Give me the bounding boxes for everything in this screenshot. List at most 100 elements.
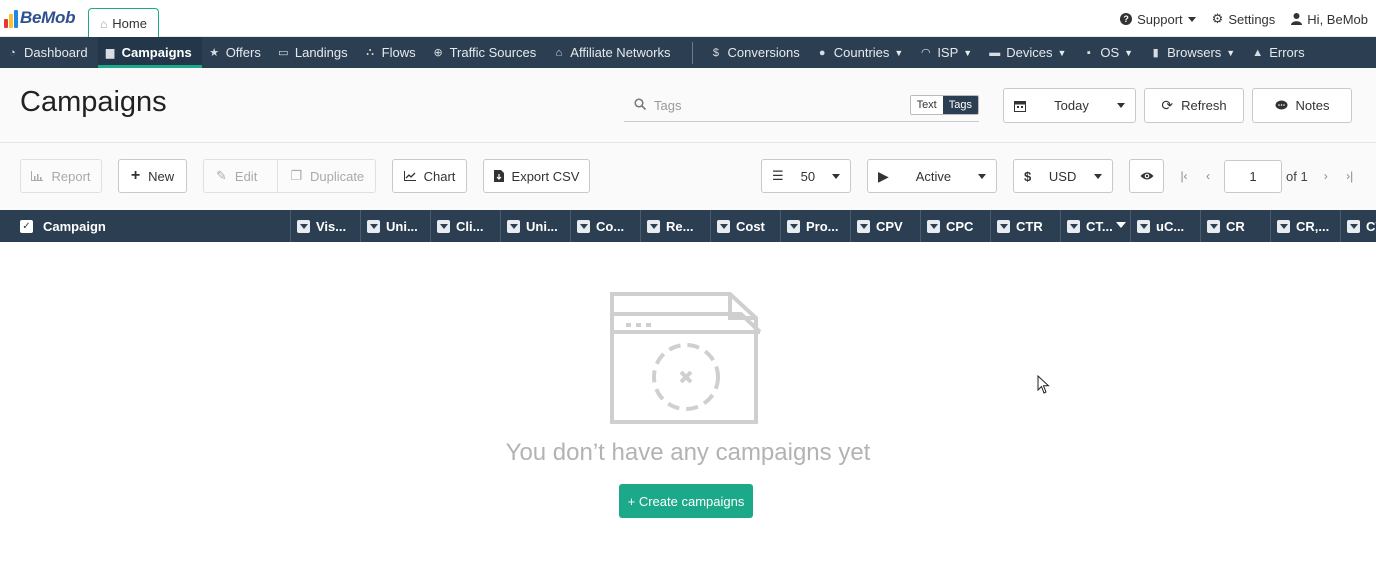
nav-affiliate-networks[interactable]: ⌂ Affiliate Networks — [546, 37, 680, 68]
column-visibility-button[interactable] — [1129, 159, 1164, 193]
column-header[interactable]: CPC — [921, 210, 991, 242]
filter-icon[interactable] — [297, 219, 310, 233]
per-page-select[interactable]: ☰ 50 — [761, 159, 851, 193]
column-header[interactable]: Pro... — [781, 210, 851, 242]
column-header[interactable]: Re... — [641, 210, 711, 242]
status-value: Active — [915, 168, 952, 184]
android-icon: ▪ — [1086, 46, 1091, 59]
chevron-down-icon: ▼ — [1124, 47, 1134, 58]
column-header-label: Pro... — [806, 218, 839, 234]
column-header[interactable]: Cli... — [431, 210, 501, 242]
column-header-label: Uni... — [386, 218, 418, 234]
chevron-down-icon: ▼ — [894, 47, 904, 58]
filter-icon[interactable] — [1277, 219, 1290, 233]
column-header[interactable]: Vis... — [291, 210, 361, 242]
nav-dashboard[interactable]: ◔ Dashboard — [0, 37, 98, 68]
new-campaign-button[interactable]: + New — [118, 159, 187, 193]
column-header-label: CPC — [946, 218, 974, 234]
column-header[interactable]: Uni... — [361, 210, 431, 242]
column-header[interactable]: CR — [1201, 210, 1271, 242]
tags-search-input[interactable] — [654, 92, 914, 118]
home-tab[interactable]: ⌂ Home — [88, 8, 159, 38]
refresh-button[interactable]: ⟳ Refresh — [1144, 88, 1244, 123]
last-page-icon[interactable]: ›| — [1338, 169, 1362, 183]
nav-conversions[interactable]: $ Conversions — [703, 37, 809, 68]
briefcase-icon: ▆ — [105, 47, 115, 59]
duplicate-label: Duplicate — [309, 168, 365, 184]
tags-search: Text Tags — [624, 90, 979, 122]
report-button[interactable]: Report — [20, 159, 102, 193]
filter-icon[interactable] — [1347, 219, 1360, 233]
chart-icon — [31, 171, 44, 181]
notes-button[interactable]: Notes — [1252, 88, 1352, 123]
filter-icon[interactable] — [717, 219, 730, 233]
nav-os-label: OS — [1100, 45, 1120, 60]
filter-icon[interactable] — [1067, 219, 1080, 233]
column-header[interactable]: Cost — [711, 210, 781, 242]
filter-icon[interactable] — [577, 219, 590, 233]
column-header[interactable]: Uni... — [501, 210, 571, 242]
page-input[interactable] — [1224, 159, 1282, 193]
filter-icon[interactable] — [507, 219, 520, 233]
nav-countries[interactable]: ● Countries ▼ — [810, 37, 914, 68]
column-header[interactable]: CPV — [851, 210, 921, 242]
nav-landings[interactable]: ▭ Landings — [271, 37, 358, 68]
search-mode-toggle: Text Tags — [909, 95, 979, 115]
filter-icon[interactable] — [437, 219, 450, 233]
select-all-checkbox[interactable]: ✓ — [20, 219, 33, 233]
settings-link[interactable]: ⚙ Settings — [1212, 11, 1276, 27]
top-bar: BeMob ⌂ Home ? Support ⚙ Settings Hi, Be… — [0, 0, 1376, 38]
column-header[interactable]: CTR — [991, 210, 1061, 242]
nav-devices-label: Devices — [1006, 45, 1053, 60]
column-header-sorted[interactable]: CT... — [1061, 210, 1131, 242]
search-mode-text[interactable]: Text — [910, 96, 943, 114]
export-csv-button[interactable]: Export CSV — [483, 159, 590, 193]
edit-button[interactable]: ✎ Edit — [204, 160, 269, 192]
search-mode-tags[interactable]: Tags — [942, 96, 978, 114]
currency-symbol: $ — [1024, 168, 1032, 184]
filter-icon[interactable] — [1137, 219, 1150, 233]
status-filter-select[interactable]: ▶ Active — [867, 159, 997, 193]
column-header[interactable]: uC... — [1131, 210, 1201, 242]
pencil-icon: ✎ — [216, 168, 227, 183]
eye-icon — [1140, 172, 1153, 180]
nav-errors[interactable]: ▲ Errors — [1245, 37, 1314, 68]
filter-icon[interactable] — [647, 219, 660, 233]
prev-page-icon[interactable]: ‹ — [1196, 169, 1220, 183]
logo-bars-icon — [4, 8, 18, 28]
filter-icon[interactable] — [367, 219, 380, 233]
empty-state: You don’t have any campaigns yet + Creat… — [0, 242, 1376, 574]
filter-icon[interactable] — [787, 219, 800, 233]
nav-campaigns[interactable]: ▆ Campaigns — [97, 37, 202, 68]
logo[interactable]: BeMob — [4, 8, 75, 28]
nav-browsers-label: Browsers — [1167, 45, 1222, 60]
filter-icon[interactable] — [997, 219, 1010, 233]
nav-offers[interactable]: ★ Offers — [202, 37, 271, 68]
user-menu[interactable]: Hi, BeMob — [1291, 12, 1368, 27]
duplicate-button[interactable]: ❐ Duplicate — [277, 160, 376, 192]
column-header-campaign[interactable]: ✓ Campaign — [0, 210, 291, 242]
sitemap-icon: ⛬ — [366, 46, 374, 58]
nav-isp[interactable]: ◠ ISP ▼ — [913, 37, 982, 68]
column-header[interactable]: CR,... — [1271, 210, 1341, 242]
filter-icon[interactable] — [927, 219, 940, 233]
chart-button[interactable]: Chart — [392, 159, 467, 193]
create-campaigns-button[interactable]: + Create campaigns — [619, 484, 753, 518]
nav-flows[interactable]: ⛬ Flows — [358, 37, 426, 68]
next-page-icon[interactable]: › — [1314, 169, 1338, 183]
support-menu[interactable]: ? Support — [1120, 12, 1196, 27]
column-header[interactable]: CV — [1341, 210, 1376, 242]
nav-os[interactable]: ▪ OS ▼ — [1076, 37, 1143, 68]
nav-devices[interactable]: ▬ Devices ▼ — [982, 37, 1076, 68]
column-header[interactable]: Co... — [571, 210, 641, 242]
currency-select[interactable]: $ USD — [1013, 159, 1113, 193]
filter-icon[interactable] — [857, 219, 870, 233]
first-page-icon[interactable]: |‹ — [1172, 169, 1196, 183]
column-header-label: CTR — [1016, 218, 1043, 234]
new-label: New — [148, 168, 175, 184]
column-header-label: Vis... — [316, 218, 347, 234]
nav-browsers[interactable]: ▮ Browsers ▼ — [1143, 37, 1245, 68]
filter-icon[interactable] — [1207, 219, 1220, 233]
date-range-select[interactable]: Today — [1003, 88, 1136, 123]
nav-traffic-sources[interactable]: ⊕ Traffic Sources — [426, 37, 547, 68]
